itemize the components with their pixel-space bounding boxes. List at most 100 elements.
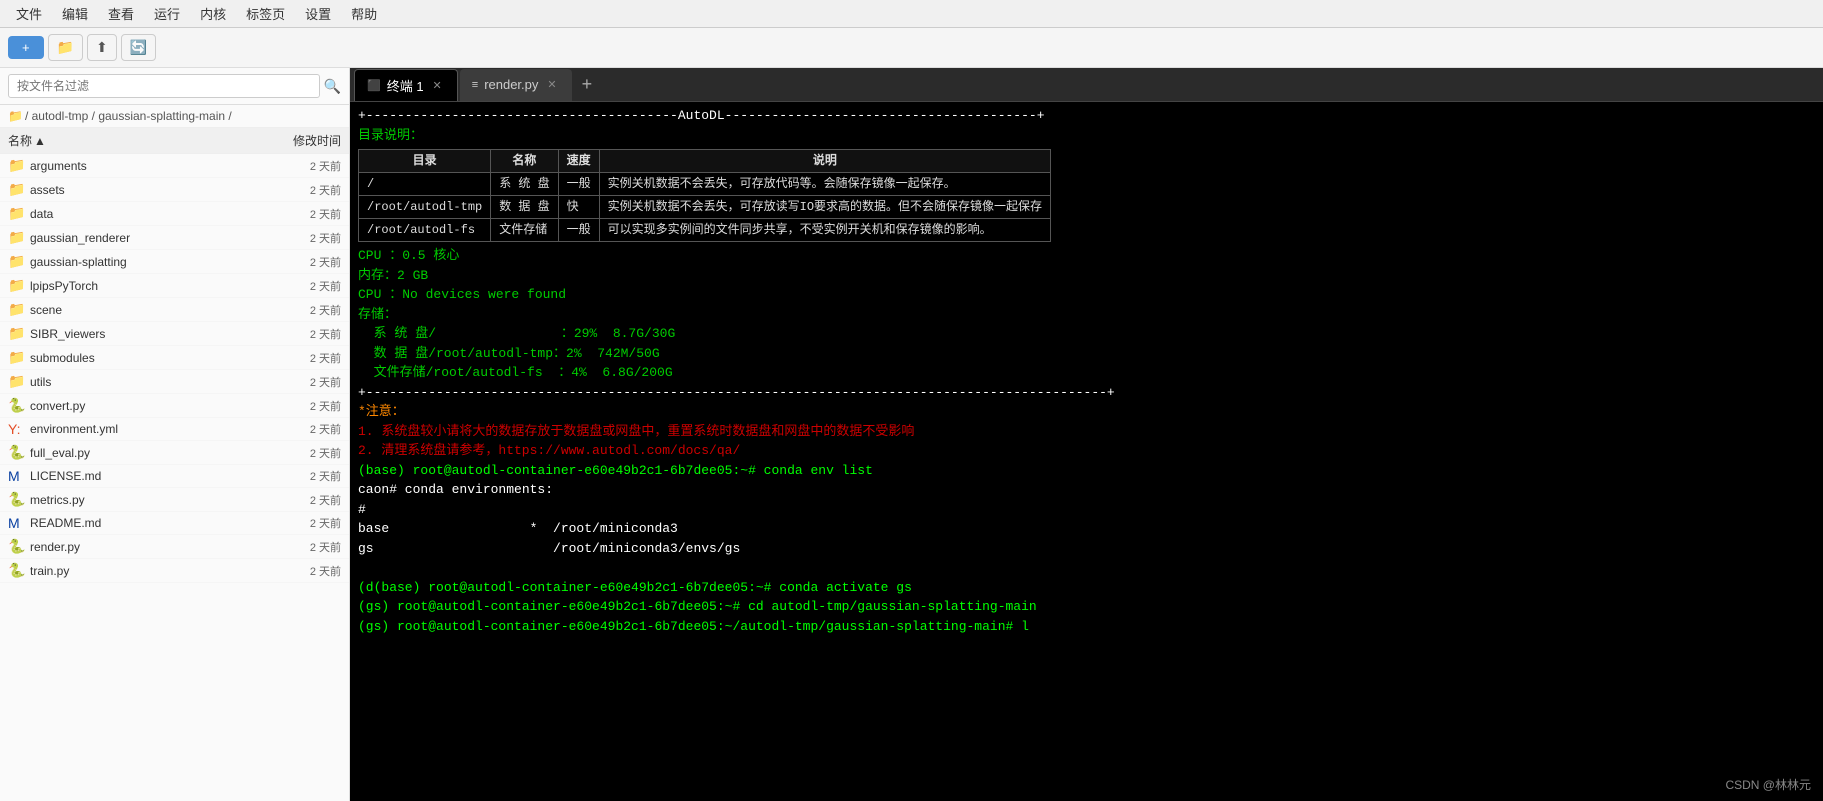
file-name: LICENSE.md <box>30 469 261 483</box>
folder-icon: 📁 <box>8 349 26 366</box>
list-item[interactable]: 📁utils2 天前 <box>0 370 349 394</box>
file-name: gaussian_renderer <box>30 231 261 245</box>
folder-icon: 📁 <box>8 277 26 294</box>
menu-view[interactable]: 查看 <box>100 2 142 25</box>
list-item[interactable]: 🐍full_eval.py2 天前 <box>0 441 349 465</box>
file-date: 2 天前 <box>261 206 341 222</box>
add-tab-button[interactable]: + <box>574 74 601 95</box>
toolbar: + 📁 ⬆ 🔄 <box>0 28 1823 68</box>
list-item[interactable]: Y: environment.yml2 天前 <box>0 418 349 441</box>
folder-icon: 📁 <box>8 157 26 174</box>
py-icon: 🐍 <box>8 444 26 461</box>
menu-file[interactable]: 文件 <box>8 2 50 25</box>
refresh-button[interactable]: 🔄 <box>121 34 156 61</box>
main-layout: 🔍 📁 / autodl-tmp / gaussian-splatting-ma… <box>0 68 1823 801</box>
list-item[interactable]: 📁gaussian_renderer2 天前 <box>0 226 349 250</box>
search-bar: 🔍 <box>0 68 349 105</box>
file-name: data <box>30 207 261 221</box>
search-button[interactable]: 🔍 <box>324 78 341 95</box>
upload-button[interactable]: ⬆ <box>87 34 117 61</box>
file-name: environment.yml <box>30 422 261 436</box>
menu-bar: 文件 编辑 查看 运行 内核 标签页 设置 帮助 <box>0 0 1823 28</box>
column-date: 修改时间 <box>261 132 341 149</box>
file-date: 2 天前 <box>261 158 341 174</box>
py-icon: 🐍 <box>8 538 26 555</box>
list-item[interactable]: 🐍 convert.py2 天前 <box>0 394 349 418</box>
tab-终端1[interactable]: ⬛终端 1✕ <box>354 69 458 101</box>
folder-icon: 📁 <box>57 39 74 55</box>
new-button[interactable]: + <box>8 36 44 59</box>
file-date: 2 天前 <box>261 254 341 270</box>
folder-icon: 📁 <box>8 325 26 342</box>
md-icon: M <box>8 515 26 531</box>
list-item[interactable]: 🐍render.py2 天前 <box>0 535 349 559</box>
file-date: 2 天前 <box>261 515 341 531</box>
file-name: assets <box>30 183 261 197</box>
file-date: 2 天前 <box>261 230 341 246</box>
menu-edit[interactable]: 编辑 <box>54 2 96 25</box>
file-name: README.md <box>30 516 261 530</box>
file-date: 2 天前 <box>261 421 341 437</box>
menu-run[interactable]: 运行 <box>146 2 188 25</box>
list-item[interactable]: 📁 data2 天前 <box>0 202 349 226</box>
upload-folder-button[interactable]: 📁 <box>48 34 83 61</box>
file-name: lpipsPyTorch <box>30 279 261 293</box>
list-item[interactable]: 📁 scene2 天前 <box>0 298 349 322</box>
terminal-content[interactable]: +---------------------------------------… <box>350 102 1823 801</box>
file-date: 2 天前 <box>261 350 341 366</box>
file-date: 2 天前 <box>261 182 341 198</box>
folder-icon: 📁 <box>8 373 26 390</box>
file-name: scene <box>30 303 261 317</box>
menu-settings[interactable]: 设置 <box>297 2 339 25</box>
yml-icon: Y: <box>8 421 26 437</box>
file-date: 2 天前 <box>261 326 341 342</box>
column-name[interactable]: 名称 ▲ <box>8 132 261 149</box>
tab-icon: ⬛ <box>367 79 381 92</box>
tab-label: render.py <box>484 77 538 92</box>
file-name: convert.py <box>30 399 261 413</box>
breadcrumb-path: / autodl-tmp / gaussian-splatting-main / <box>25 109 232 123</box>
tab-bar: ⬛终端 1✕≡render.py✕+ <box>350 68 1823 102</box>
py-icon: 🐍 <box>8 562 26 579</box>
file-name: full_eval.py <box>30 446 261 460</box>
watermark: CSDN @林林元 <box>1725 776 1811 793</box>
folder-icon: 📁 <box>8 205 26 222</box>
file-date: 2 天前 <box>261 492 341 508</box>
folder-icon: 📁 <box>8 253 26 270</box>
py-icon: 🐍 <box>8 397 26 414</box>
py-icon: 🐍 <box>8 491 26 508</box>
file-date: 2 天前 <box>261 302 341 318</box>
tab-render.py[interactable]: ≡render.py✕ <box>460 69 572 101</box>
file-date: 2 天前 <box>261 398 341 414</box>
search-input[interactable] <box>8 74 320 98</box>
list-item[interactable]: 🐍 metrics.py2 天前 <box>0 488 349 512</box>
folder-icon: 📁 <box>8 181 26 198</box>
list-item[interactable]: 🐍train.py2 天前 <box>0 559 349 583</box>
folder-icon: 📁 <box>8 301 26 318</box>
file-name: utils <box>30 375 261 389</box>
file-name: metrics.py <box>30 493 261 507</box>
plus-icon: + <box>22 40 30 55</box>
list-item[interactable]: 📁 submodules2 天前 <box>0 346 349 370</box>
list-item[interactable]: 📁 assets2 天前 <box>0 178 349 202</box>
list-item[interactable]: 📁gaussian-splatting2 天前 <box>0 250 349 274</box>
file-list-header: 名称 ▲ 修改时间 <box>0 128 349 154</box>
list-item[interactable]: 📁SIBR_viewers2 天前 <box>0 322 349 346</box>
tab-close-button[interactable]: ✕ <box>430 78 445 93</box>
file-name: submodules <box>30 351 261 365</box>
list-item[interactable]: 📁arguments2 天前 <box>0 154 349 178</box>
menu-tabs[interactable]: 标签页 <box>238 2 293 25</box>
list-item[interactable]: MLICENSE.md2 天前 <box>0 465 349 488</box>
folder-icon: 📁 <box>8 109 23 123</box>
terminal-area: ⬛终端 1✕≡render.py✕+ +--------------------… <box>350 68 1823 801</box>
list-item[interactable]: 📁 lpipsPyTorch2 天前 <box>0 274 349 298</box>
list-item[interactable]: M README.md2 天前 <box>0 512 349 535</box>
file-list: 📁arguments2 天前📁assets2 天前📁data2 天前📁gauss… <box>0 154 349 801</box>
menu-help[interactable]: 帮助 <box>343 2 385 25</box>
menu-kernel[interactable]: 内核 <box>192 2 234 25</box>
tab-close-button[interactable]: ✕ <box>544 77 559 92</box>
sidebar: 🔍 📁 / autodl-tmp / gaussian-splatting-ma… <box>0 68 350 801</box>
file-date: 2 天前 <box>261 278 341 294</box>
sort-icon: ▲ <box>34 134 46 148</box>
file-name: train.py <box>30 564 261 578</box>
